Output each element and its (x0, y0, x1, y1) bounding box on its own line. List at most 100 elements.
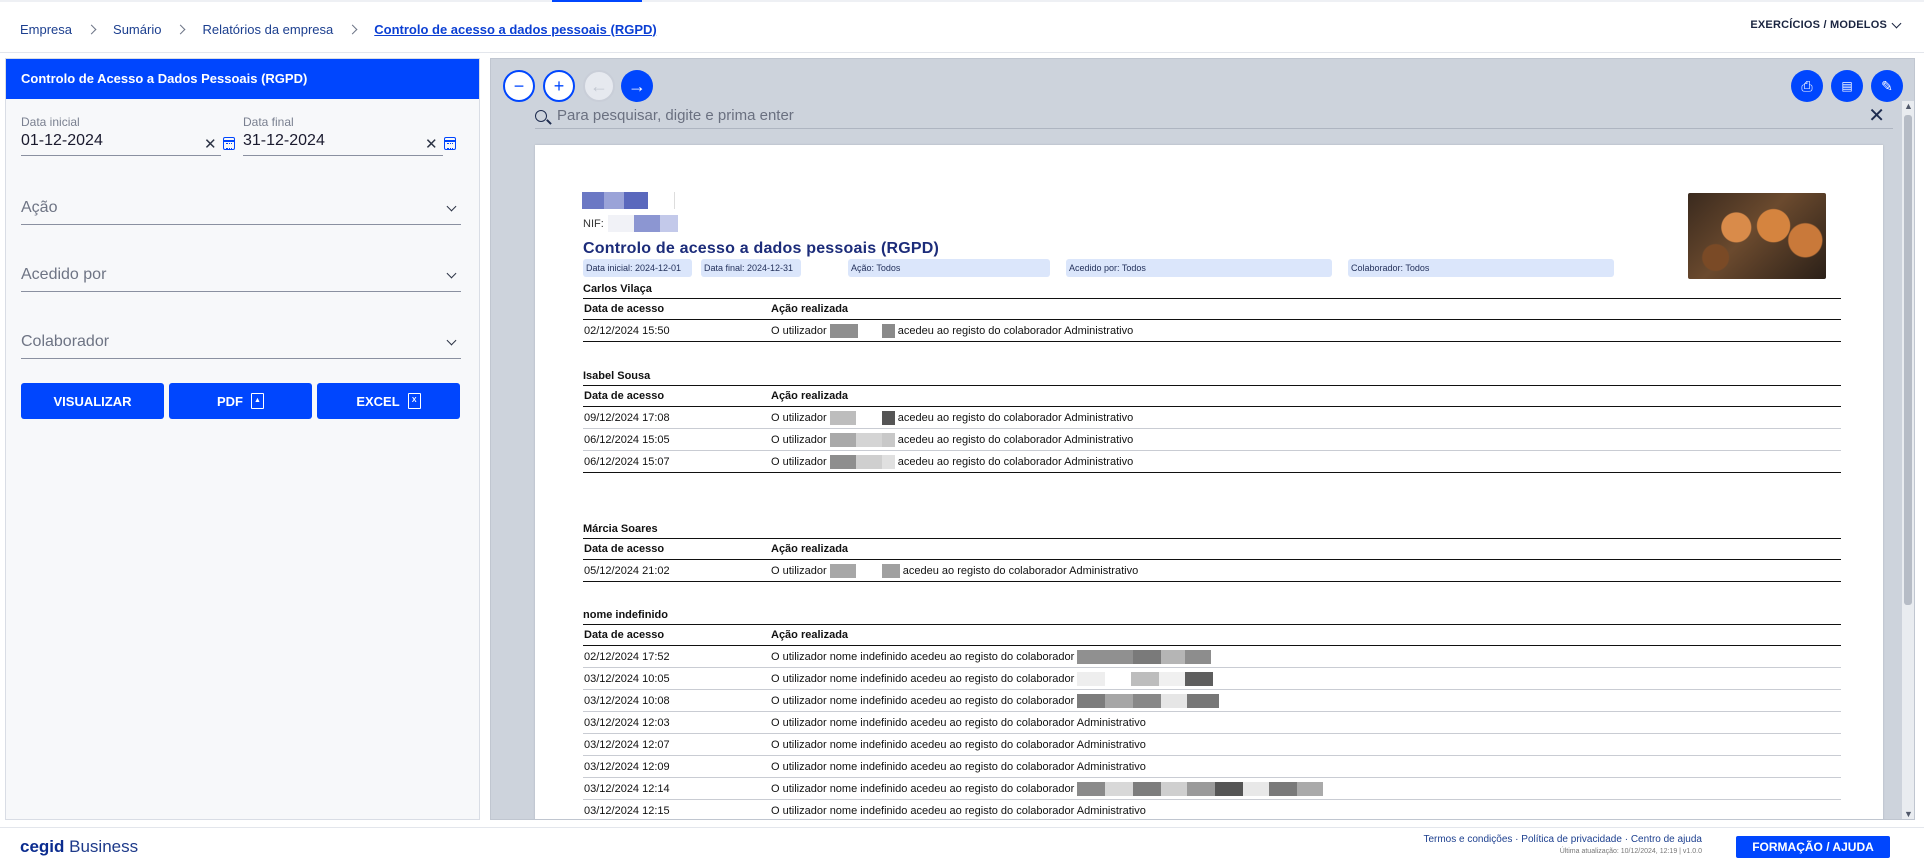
forward-button[interactable]: → (621, 70, 653, 102)
breadcrumb-item-sumario[interactable]: Sumário (113, 22, 161, 37)
access-action: O utilizador nome indefinido acedeu ao r… (771, 671, 1841, 686)
terms-link[interactable]: Termos e condições (1423, 834, 1512, 845)
action-text-end: acedeu ao registo do colaborador Adminis… (902, 564, 1139, 577)
filter-pill-accessed-by: Acedido por: Todos (1066, 259, 1332, 277)
redacted-user (829, 563, 856, 578)
excel-button[interactable]: EXCEL X (317, 383, 460, 419)
minus-icon: − (513, 75, 525, 96)
action-text: O utilizador nome indefinido acedeu ao r… (771, 650, 1075, 663)
access-action: O utilizador acedeu ao registo do colabo… (771, 563, 1841, 578)
table-row: 03/12/2024 12:14 O utilizador nome indef… (583, 778, 1841, 800)
top-accent-bar (0, 0, 1924, 2)
access-group: Márcia Soares Data de acesso Ação realiz… (583, 520, 1841, 582)
chevron-down-icon (446, 268, 457, 279)
action-text-end: acedeu ao registo do colaborador Adminis… (897, 455, 1134, 468)
exercises-models-menu[interactable]: EXERCÍCIOS / MODELOS (1750, 18, 1902, 31)
print-button[interactable]: ⎙ (1791, 70, 1823, 102)
excel-file-icon: X (407, 393, 421, 409)
scroll-down-icon[interactable]: ▼ (1904, 809, 1913, 819)
help-center-link[interactable]: Centro de ajuda (1631, 834, 1702, 845)
table-row: 05/12/2024 21:02 O utilizador acedeu ao … (583, 560, 1841, 582)
access-action: O utilizador nome indefinido acedeu ao r… (771, 804, 1146, 817)
action-text: O utilizador (771, 455, 827, 468)
table-row: 03/12/2024 12:09 O utilizador nome indef… (583, 756, 1841, 778)
chevron-down-icon (446, 201, 457, 212)
export-pdf-button[interactable]: ▤ (1831, 70, 1863, 102)
nif-label: NIF: (583, 217, 604, 230)
filter-pill-action: Ação: Todos (848, 259, 1050, 277)
edit-button[interactable]: ✎ (1871, 70, 1903, 102)
link-separator: · (1624, 834, 1629, 845)
access-action: O utilizador acedeu ao registo do colabo… (771, 454, 1841, 469)
action-select[interactable]: Ação (21, 195, 461, 225)
column-header-action: Ação realizada (771, 303, 849, 315)
employee-select[interactable]: Colaborador (21, 329, 461, 359)
scrollbar-thumb[interactable] (1904, 115, 1912, 605)
chevron-down-icon (1891, 18, 1902, 28)
column-header-action: Ação realizada (771, 629, 849, 641)
table-row: 03/12/2024 10:05 O utilizador nome indef… (583, 668, 1841, 690)
viewer-scrollbar[interactable]: ▲ ▼ (1902, 101, 1914, 819)
report-title: Controlo de acesso a dados pessoais (RGP… (583, 240, 940, 257)
search-icon (535, 109, 547, 122)
action-text: O utilizador nome indefinido acedeu ao r… (771, 694, 1075, 707)
table-row: 02/12/2024 15:50 O utilizador acedeu ao … (583, 320, 1841, 342)
redacted-employee (1077, 649, 1134, 664)
clear-start-date-icon[interactable]: ✕ (204, 135, 217, 153)
calendar-icon[interactable] (444, 137, 456, 150)
action-select-placeholder: Ação (21, 199, 58, 216)
redacted-employee (1077, 671, 1106, 686)
employee-select-placeholder: Colaborador (21, 333, 110, 350)
action-text-end: acedeu ao registo do colaborador Adminis… (897, 433, 1134, 446)
chevron-right-icon (86, 24, 97, 34)
table-row: 03/12/2024 12:07 O utilizador nome indef… (583, 734, 1841, 756)
back-button[interactable]: ← (583, 70, 615, 102)
column-header-date: Data de acesso (584, 629, 665, 641)
column-header-date: Data de acesso (584, 543, 665, 555)
filter-pill-employee: Colaborador: Todos (1348, 259, 1614, 277)
access-action: O utilizador acedeu ao registo do colabo… (771, 432, 1841, 447)
clear-end-date-icon[interactable]: ✕ (425, 135, 438, 153)
access-date: 03/12/2024 10:05 (584, 672, 670, 685)
end-date-field[interactable]: Data final 31-12-2024 (243, 115, 443, 150)
redacted-employee (1077, 781, 1106, 796)
redacted-user (829, 410, 856, 425)
access-action: O utilizador acedeu ao registo do colabo… (771, 410, 1841, 425)
app-root: Empresa Sumário Relatórios da empresa Co… (0, 0, 1924, 864)
filter-panel: Controlo de Acesso a Dados Pessoais (RGP… (5, 58, 480, 820)
access-date: 06/12/2024 15:07 (584, 455, 670, 468)
report-page: NIF: Controlo de acesso a dados pessoais… (535, 145, 1883, 819)
scroll-up-icon[interactable]: ▲ (1904, 101, 1913, 111)
report-search-input[interactable]: Para pesquisar, digite e prima enter (557, 107, 794, 124)
report-search[interactable]: Para pesquisar, digite e prima enter ✕ (535, 103, 1893, 129)
brand-logo: cegid Business (20, 837, 138, 857)
start-date-value[interactable]: 01-12-2024 (21, 132, 221, 150)
access-action: O utilizador nome indefinido acedeu ao r… (771, 716, 1146, 729)
redacted-user (829, 323, 858, 338)
breadcrumb-current[interactable]: Controlo de acesso a dados pessoais (RGP… (374, 22, 656, 37)
filter-pill-start-date: Data inicial: 2024-12-01 (583, 259, 692, 277)
zoom-out-button[interactable]: − (503, 70, 535, 102)
start-date-field[interactable]: Data inicial 01-12-2024 (21, 115, 221, 150)
action-text: O utilizador nome indefinido acedeu ao r… (771, 782, 1075, 795)
zoom-in-button[interactable]: + (543, 70, 575, 102)
privacy-link[interactable]: Política de privacidade (1521, 834, 1622, 845)
access-group: Isabel Sousa Data de acesso Ação realiza… (583, 367, 1841, 473)
close-search-icon[interactable]: ✕ (1868, 103, 1885, 128)
access-date: 03/12/2024 12:09 (584, 760, 670, 773)
redacted-user (829, 432, 856, 447)
pdf-button[interactable]: PDF ▲ (169, 383, 312, 419)
accessed-by-select[interactable]: Acedido por (21, 262, 461, 292)
access-action: O utilizador nome indefinido acedeu ao r… (771, 649, 1841, 664)
footer: cegid Business Termos e condições · Polí… (0, 827, 1924, 864)
printer-icon: ⎙ (1801, 77, 1813, 94)
action-text: O utilizador (771, 433, 827, 446)
end-date-value[interactable]: 31-12-2024 (243, 132, 443, 150)
breadcrumb: Empresa Sumário Relatórios da empresa Co… (20, 19, 657, 39)
training-help-button[interactable]: FORMAÇÃO / AJUDA (1736, 836, 1890, 858)
breadcrumb-item-relatorios[interactable]: Relatórios da empresa (202, 22, 333, 37)
breadcrumb-item-empresa[interactable]: Empresa (20, 22, 72, 37)
last-update-text: Última atualização: 10/12/2024, 12:19 | … (1559, 848, 1702, 855)
view-button[interactable]: VISUALIZAR (21, 383, 164, 419)
calendar-icon[interactable] (223, 137, 235, 150)
